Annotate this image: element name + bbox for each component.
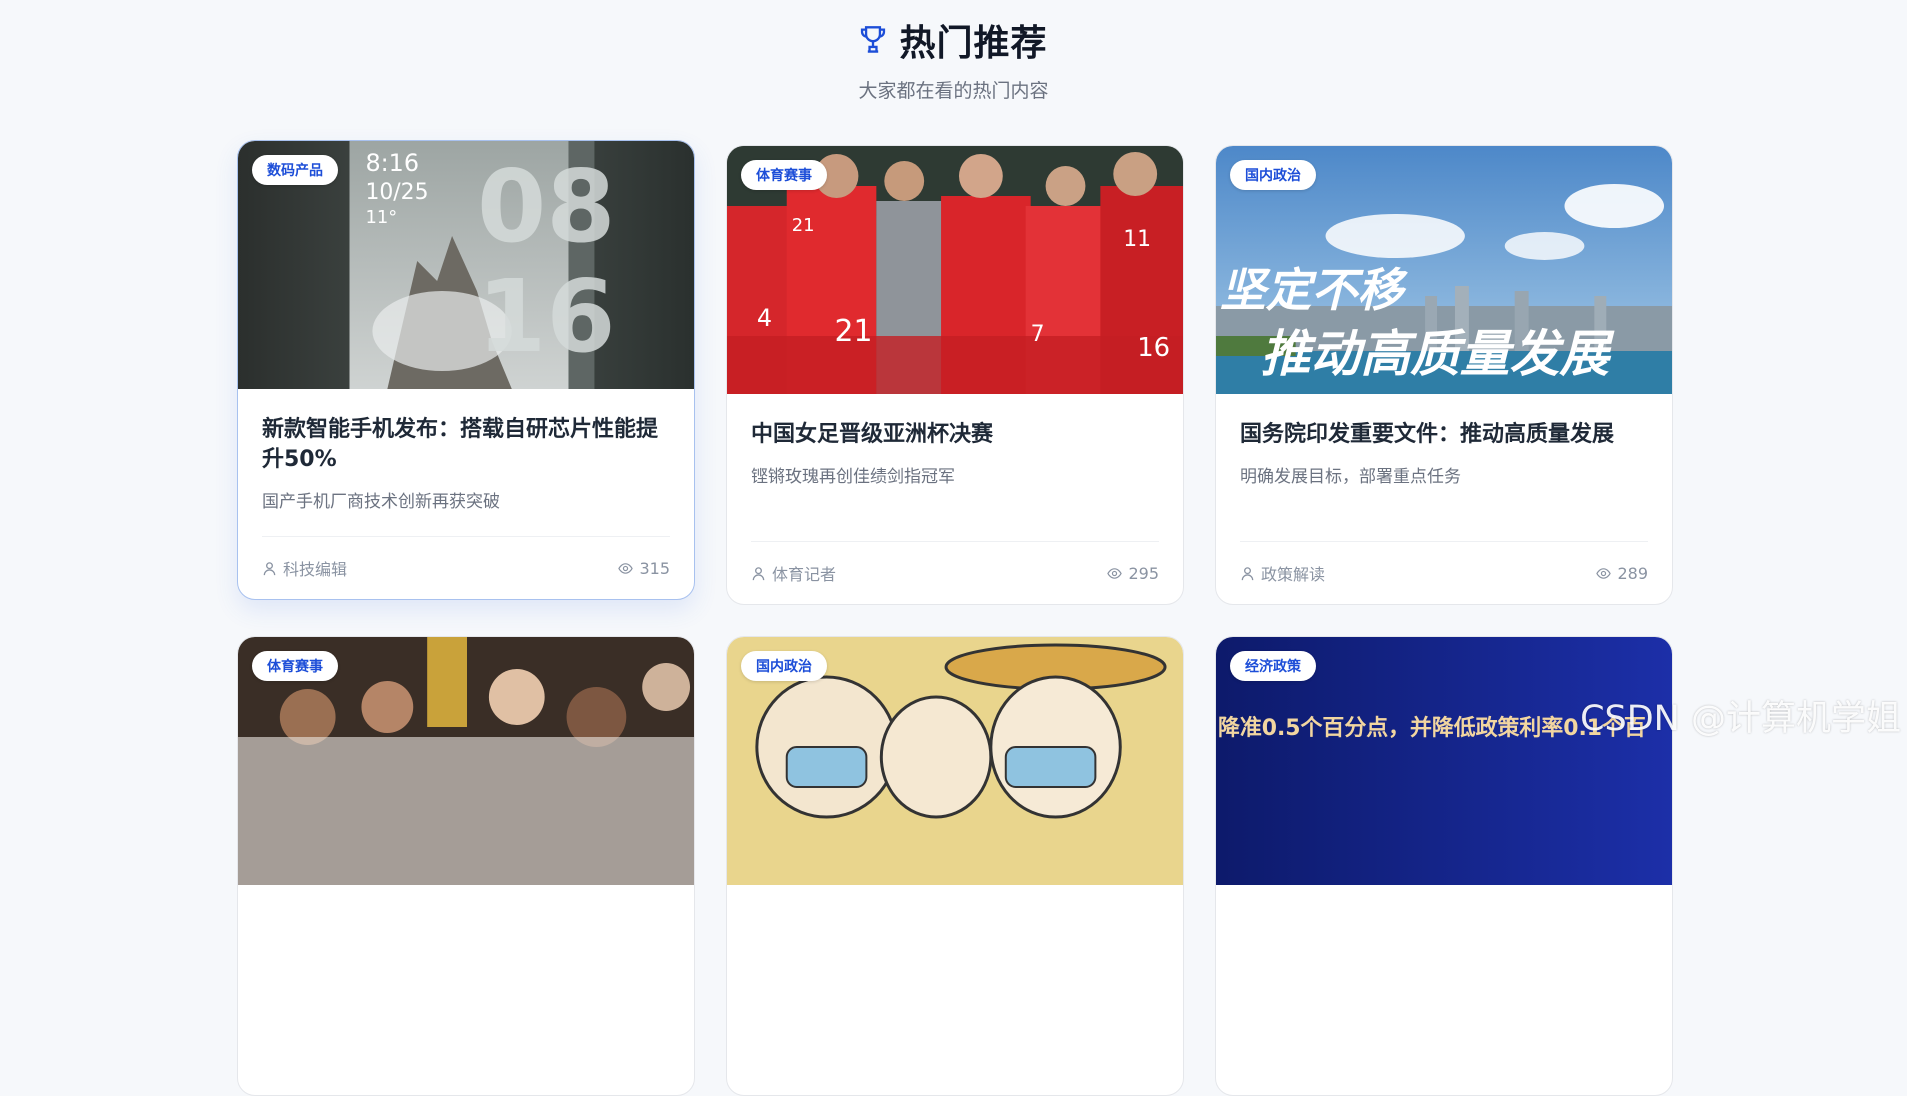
category-badge[interactable]: 国内政治	[741, 651, 827, 681]
svg-text:11: 11	[1123, 227, 1151, 252]
views-meta: 289	[1596, 564, 1648, 583]
svg-text:08: 08	[477, 148, 616, 265]
card-body: 中国女足晋级亚洲杯决赛 铿锵玫瑰再创佳绩剑指冠军 体育记者 295	[751, 394, 1159, 604]
svg-text:7: 7	[1031, 322, 1045, 347]
category-badge[interactable]: 体育赛事	[252, 651, 338, 681]
card-description: 国产手机厂商技术创新再获突破	[262, 492, 500, 512]
svg-text:16: 16	[477, 258, 616, 375]
csdn-watermark: CSDN @计算机学姐	[1580, 699, 1901, 739]
card-description: 明确发展目标，部署重点任务	[1240, 467, 1461, 487]
user-icon	[263, 561, 276, 575]
category-badge[interactable]: 体育赛事	[741, 160, 827, 190]
views-meta: 315	[618, 559, 670, 578]
author-name: 政策解读	[1261, 565, 1326, 584]
svg-text:4: 4	[757, 304, 772, 332]
author-name: 科技编辑	[283, 560, 348, 579]
section-title-row: 热门推荐	[859, 14, 1047, 66]
views-meta: 295	[1107, 564, 1159, 583]
svg-text:8:16: 8:16	[365, 149, 419, 177]
category-badge[interactable]: 数码产品	[252, 155, 338, 185]
svg-text:16: 16	[1137, 333, 1170, 363]
author-meta: 科技编辑	[262, 556, 347, 580]
svg-text:推动高质量发展: 推动高质量发展	[1261, 325, 1615, 383]
view-count: 289	[1617, 563, 1648, 583]
author-name: 体育记者	[772, 565, 837, 584]
card-footer: 体育记者 295	[751, 541, 1159, 604]
news-card-sports-trophy[interactable]: 体育赛事	[237, 636, 695, 1096]
news-card-phone[interactable]: 8:16 10/25 11° 08 16 数码产品 新款智能手机发布：搭载自研芯…	[237, 140, 695, 600]
card-body: 国务院印发重要文件：推动高质量发展 明确发展目标，部署重点任务 政策解读 289	[1240, 394, 1648, 604]
card-footer: 科技编辑 315	[262, 536, 670, 599]
page-subtitle: 大家都在看的热门内容	[858, 80, 1049, 102]
eye-icon	[618, 562, 634, 574]
trophy-icon	[861, 26, 886, 53]
category-badge[interactable]: 国内政治	[1230, 160, 1316, 190]
user-icon	[1241, 566, 1254, 580]
author-meta: 体育记者	[751, 561, 836, 585]
card-title[interactable]: 新款智能手机发布：搭载自研芯片性能提升50%	[262, 415, 670, 475]
category-badge[interactable]: 经济政策	[1230, 651, 1316, 681]
view-count: 295	[1128, 563, 1159, 583]
svg-text:10/25: 10/25	[365, 180, 428, 205]
user-icon	[752, 566, 765, 580]
author-meta: 政策解读	[1240, 561, 1325, 585]
news-card-football[interactable]: 4 21 21 7 11 16 体育赛事 中国女足晋级亚洲杯决赛 铿锵玫瑰再创佳…	[726, 145, 1184, 605]
page-title: 热门推荐	[899, 23, 1048, 64]
card-body: 新款智能手机发布：搭载自研芯片性能提升50% 国产手机厂商技术创新再获突破 科技…	[262, 389, 670, 599]
news-card-cartoon[interactable]: 国内政治	[726, 636, 1184, 1096]
card-title[interactable]: 国务院印发重要文件：推动高质量发展	[1240, 420, 1648, 450]
card-footer: 政策解读 289	[1240, 541, 1648, 604]
view-count: 315	[639, 558, 670, 578]
news-card-policy[interactable]: 坚定不移 推动高质量发展 国内政治 国务院印发重要文件：推动高质量发展 明确发展…	[1215, 145, 1673, 605]
section-header: 热门推荐 大家都在看的热门内容	[0, 14, 1907, 103]
card-title[interactable]: 中国女足晋级亚洲杯决赛	[751, 420, 1159, 450]
svg-text:坚定不移: 坚定不移	[1220, 263, 1408, 317]
svg-text:11°: 11°	[365, 207, 397, 228]
svg-text:21: 21	[835, 314, 873, 349]
eye-icon	[1596, 567, 1612, 579]
svg-text:21: 21	[792, 215, 815, 236]
eye-icon	[1107, 567, 1123, 579]
card-description: 铿锵玫瑰再创佳绩剑指冠军	[751, 467, 955, 487]
